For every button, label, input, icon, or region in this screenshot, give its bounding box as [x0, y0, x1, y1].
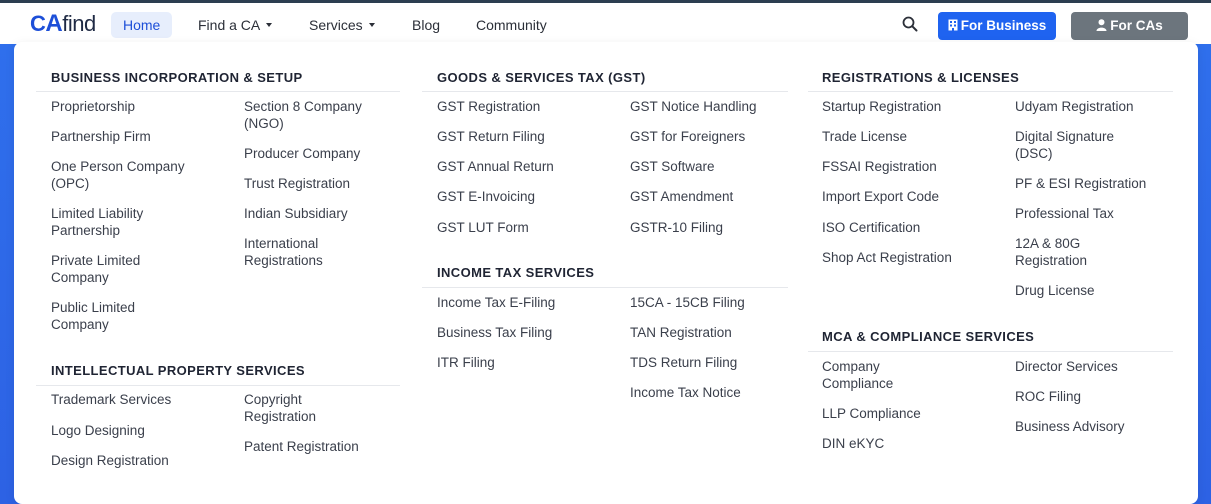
menu-link-proprietorship[interactable]: Proprietorship: [51, 98, 135, 115]
for-cas-button[interactable]: For CAs: [1071, 12, 1188, 40]
menu-link-llp-compliance[interactable]: LLP Compliance: [822, 405, 921, 422]
menu-link-tan-registration[interactable]: TAN Registration: [630, 324, 732, 341]
menu-link-startup-registration[interactable]: Startup Registration: [822, 98, 941, 115]
menu-link-gst-lut-form[interactable]: GST LUT Form: [437, 219, 529, 236]
menu-link-trademark[interactable]: Trademark Services: [51, 391, 171, 408]
menu-link-gst-software[interactable]: GST Software: [630, 158, 715, 175]
divider: [36, 385, 400, 386]
section-title: MCA & COMPLIANCE SERVICES: [822, 329, 1035, 344]
menu-link-drug-license[interactable]: Drug License: [1015, 282, 1095, 299]
section-title: GOODS & SERVICES TAX (GST): [437, 70, 646, 85]
menu-link-gst-annual-return[interactable]: GST Annual Return: [437, 158, 554, 175]
divider: [808, 91, 1173, 92]
section-income-tax: INCOME TAX SERVICES: [437, 264, 594, 284]
nav-home[interactable]: Home: [111, 12, 173, 38]
nav-blog[interactable]: Blog: [400, 12, 452, 38]
menu-link-gst-registration[interactable]: GST Registration: [437, 98, 540, 115]
menu-link-gst-e-invoicing[interactable]: GST E-Invoicing: [437, 188, 535, 205]
menu-link-income-tax-efiling[interactable]: Income Tax E-Filing: [437, 294, 555, 311]
search-icon[interactable]: [902, 16, 918, 32]
menu-link-gstr-10[interactable]: GSTR-10 Filing: [630, 219, 723, 236]
menu-link-shop-act[interactable]: Shop Act Registration: [822, 249, 952, 266]
menu-link-llp[interactable]: Limited Liability Partnership: [51, 205, 143, 239]
chevron-down-icon: [266, 23, 273, 28]
chevron-down-icon: [368, 23, 375, 28]
section-title: REGISTRATIONS & LICENSES: [822, 70, 1020, 85]
menu-link-trade-license[interactable]: Trade License: [822, 128, 907, 145]
menu-link-public-limited[interactable]: Public Limited Company: [51, 299, 135, 333]
section-intellectual-property: INTELLECTUAL PROPERTY SERVICES: [51, 362, 305, 382]
menu-link-private-limited[interactable]: Private Limited Company: [51, 252, 140, 286]
menu-link-din-ekyc[interactable]: DIN eKYC: [822, 435, 884, 452]
section-title: BUSINESS INCORPORATION & SETUP: [51, 70, 303, 85]
nav-community[interactable]: Community: [464, 12, 559, 38]
menu-link-opc[interactable]: One Person Company (OPC): [51, 158, 185, 192]
menu-link-roc-filing[interactable]: ROC Filing: [1015, 388, 1081, 405]
menu-link-gst-return-filing[interactable]: GST Return Filing: [437, 128, 545, 145]
menu-link-section-8[interactable]: Section 8 Company (NGO): [244, 98, 362, 132]
section-title: INCOME TAX SERVICES: [437, 265, 595, 280]
navbar: C Afind Home Find a CA Services Blog Comm…: [0, 3, 1211, 44]
menu-link-business-tax-filing[interactable]: Business Tax Filing: [437, 324, 552, 341]
menu-link-indian-subsidiary[interactable]: Indian Subsidiary: [244, 205, 348, 222]
menu-link-digital-signature[interactable]: Digital Signature (DSC): [1015, 128, 1114, 162]
section-registrations-licenses: REGISTRATIONS & LICENSES: [822, 69, 1019, 89]
menu-link-international-registrations[interactable]: International Registrations: [244, 235, 323, 269]
menu-link-patent[interactable]: Patent Registration: [244, 438, 359, 455]
menu-link-copyright[interactable]: Copyright Registration: [244, 391, 316, 425]
menu-link-business-advisory[interactable]: Business Advisory: [1015, 418, 1125, 435]
menu-link-import-export-code[interactable]: Import Export Code: [822, 188, 939, 205]
menu-link-professional-tax[interactable]: Professional Tax: [1015, 205, 1114, 222]
section-title: INTELLECTUAL PROPERTY SERVICES: [51, 363, 305, 378]
cafind-logo[interactable]: C Afind: [30, 10, 96, 37]
menu-link-itr-filing[interactable]: ITR Filing: [437, 354, 495, 371]
section-gst: GOODS & SERVICES TAX (GST): [437, 69, 646, 89]
building-icon: [948, 19, 958, 31]
menu-link-gst-notice[interactable]: GST Notice Handling: [630, 98, 757, 115]
menu-link-15ca-15cb[interactable]: 15CA - 15CB Filing: [630, 294, 745, 311]
nav-services[interactable]: Services: [297, 12, 387, 38]
divider: [36, 91, 400, 92]
menu-link-pf-esi[interactable]: PF & ESI Registration: [1015, 175, 1146, 192]
menu-link-fssai[interactable]: FSSAI Registration: [822, 158, 937, 175]
menu-link-12a-80g[interactable]: 12A & 80G Registration: [1015, 235, 1087, 269]
services-mega-menu: BUSINESS INCORPORATION & SETUP Proprieto…: [14, 42, 1198, 504]
menu-link-trust-registration[interactable]: Trust Registration: [244, 175, 350, 192]
menu-link-design-registration[interactable]: Design Registration: [51, 452, 169, 469]
section-mca-compliance: MCA & COMPLIANCE SERVICES: [822, 328, 1034, 348]
divider: [422, 287, 788, 288]
divider: [422, 91, 788, 92]
menu-link-company-compliance[interactable]: Company Compliance: [822, 358, 893, 392]
menu-link-partnership-firm[interactable]: Partnership Firm: [51, 128, 151, 145]
menu-link-gst-foreigners[interactable]: GST for Foreigners: [630, 128, 745, 145]
menu-link-iso-certification[interactable]: ISO Certification: [822, 219, 920, 236]
menu-link-gst-amendment[interactable]: GST Amendment: [630, 188, 733, 205]
menu-link-udyam[interactable]: Udyam Registration: [1015, 98, 1134, 115]
menu-link-tds-return[interactable]: TDS Return Filing: [630, 354, 737, 371]
menu-link-income-tax-notice[interactable]: Income Tax Notice: [630, 384, 741, 401]
for-business-button[interactable]: For Business: [938, 12, 1056, 40]
menu-link-logo-designing[interactable]: Logo Designing: [51, 422, 145, 439]
section-business-incorporation: BUSINESS INCORPORATION & SETUP: [51, 69, 303, 89]
divider: [808, 351, 1173, 352]
menu-link-producer-company[interactable]: Producer Company: [244, 145, 360, 162]
menu-link-director-services[interactable]: Director Services: [1015, 358, 1118, 375]
nav-find-a-ca[interactable]: Find a CA: [186, 12, 284, 38]
user-icon: [1096, 19, 1107, 31]
